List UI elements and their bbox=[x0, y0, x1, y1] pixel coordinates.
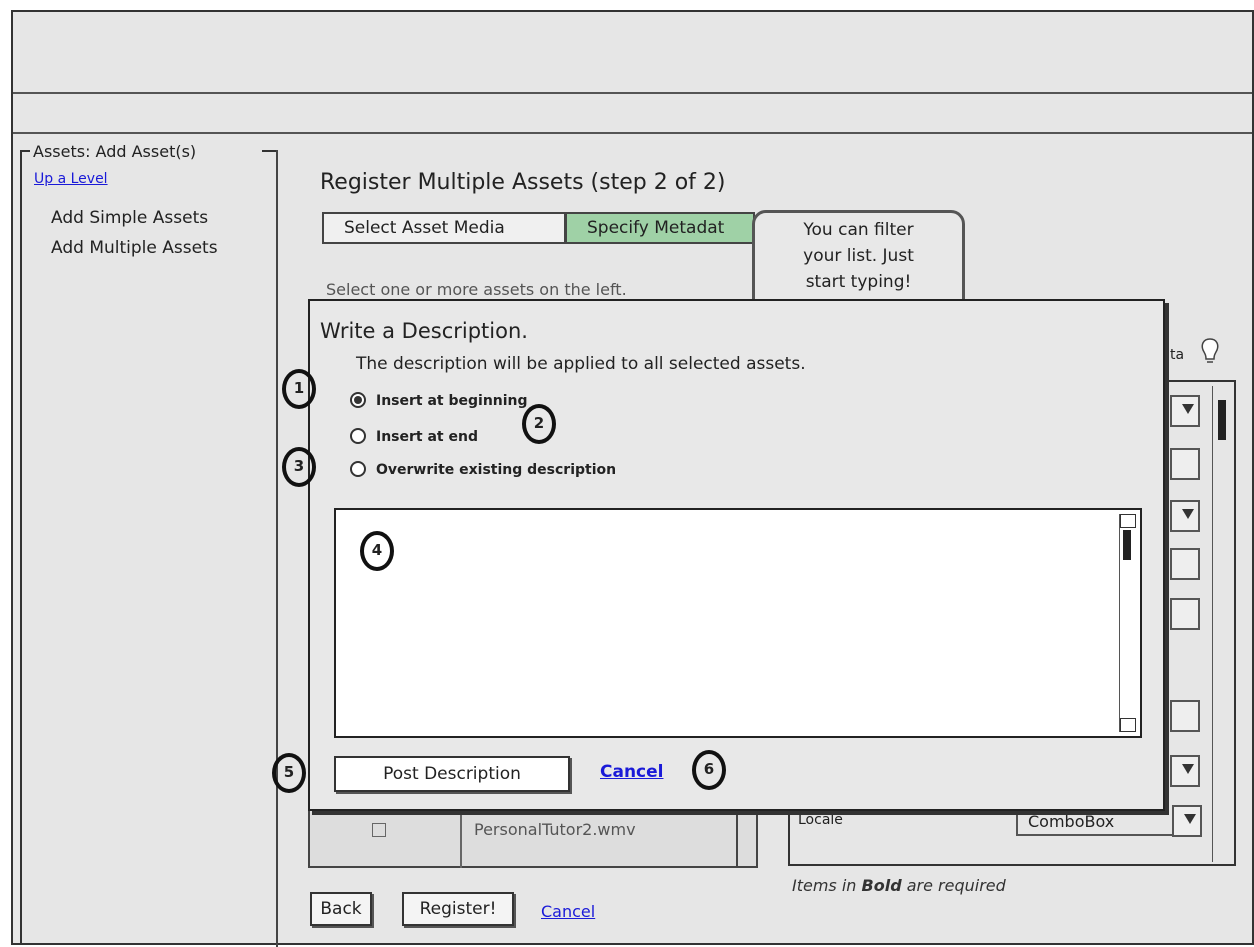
option-insert-beginning[interactable]: Insert at beginning bbox=[350, 392, 528, 409]
dropdown-button-3[interactable] bbox=[1170, 500, 1200, 532]
dialog-subtitle: The description will be applied to all s… bbox=[356, 354, 806, 374]
dialog-title: Write a Description. bbox=[320, 319, 528, 343]
required-note-suffix: are required bbox=[901, 876, 1006, 895]
nav-add-simple-assets[interactable]: Add Simple Assets bbox=[51, 208, 208, 228]
required-note-bold: Bold bbox=[861, 876, 902, 895]
up-a-level-link[interactable]: Up a Level bbox=[34, 171, 108, 187]
required-note-prefix: Items in bbox=[792, 876, 862, 895]
required-note: Items in Bold are required bbox=[792, 876, 1006, 895]
radio-overwrite[interactable] bbox=[350, 461, 366, 477]
callout-marker-2: 2 bbox=[522, 404, 556, 444]
tooltip-line-3: start typing! bbox=[805, 272, 912, 292]
locale-label: Locale bbox=[798, 812, 843, 828]
option-insert-beginning-label: Insert at beginning bbox=[376, 393, 528, 409]
file-column-divider bbox=[460, 806, 462, 868]
scroll-thumb[interactable] bbox=[1123, 530, 1131, 560]
toolbar-divider bbox=[13, 132, 1252, 134]
post-description-button[interactable]: Post Description bbox=[334, 756, 570, 792]
radio-insert-end[interactable] bbox=[350, 428, 366, 444]
sidebar-divider bbox=[276, 150, 278, 947]
metadata-label-fragment: ta bbox=[1170, 347, 1185, 363]
select-hint: Select one or more assets on the left. bbox=[326, 280, 627, 299]
file-checkbox[interactable] bbox=[372, 823, 386, 837]
page-title: Register Multiple Assets (step 2 of 2) bbox=[320, 170, 726, 195]
dropdown-button-7[interactable] bbox=[1170, 755, 1200, 787]
textarea-scrollbar[interactable] bbox=[1119, 514, 1136, 732]
cancel-link[interactable]: Cancel bbox=[541, 902, 595, 921]
file-list-scrollbar[interactable] bbox=[736, 806, 738, 868]
description-textarea[interactable] bbox=[334, 508, 1142, 738]
callout-marker-4: 4 bbox=[360, 531, 394, 571]
field-box-6[interactable] bbox=[1170, 700, 1200, 732]
dropdown-button-1[interactable] bbox=[1170, 395, 1200, 427]
header-divider bbox=[13, 92, 1252, 94]
callout-marker-3: 3 bbox=[282, 447, 316, 487]
callout-marker-5: 5 bbox=[272, 753, 306, 793]
option-insert-end-label: Insert at end bbox=[376, 429, 478, 445]
field-box-2[interactable] bbox=[1170, 448, 1200, 480]
file-name: PersonalTutor2.wmv bbox=[474, 820, 636, 839]
back-button[interactable]: Back bbox=[310, 892, 372, 926]
callout-marker-1: 1 bbox=[282, 369, 316, 409]
locale-combobox[interactable]: ComboBox bbox=[1016, 810, 1174, 836]
description-dialog: Write a Description. The description wil… bbox=[272, 299, 1165, 811]
scroll-up-icon[interactable] bbox=[1120, 514, 1136, 528]
option-overwrite[interactable]: Overwrite existing description bbox=[350, 461, 616, 478]
option-overwrite-label: Overwrite existing description bbox=[376, 462, 617, 478]
tab-specify-metadata[interactable]: Specify Metadat bbox=[565, 212, 755, 244]
radio-insert-beginning[interactable] bbox=[350, 392, 366, 408]
field-box-5[interactable] bbox=[1170, 598, 1200, 630]
register-button[interactable]: Register! bbox=[402, 892, 514, 926]
lightbulb-icon bbox=[1200, 337, 1220, 365]
locale-dropdown-button[interactable] bbox=[1172, 805, 1202, 837]
dialog-cancel-link[interactable]: Cancel bbox=[600, 762, 663, 782]
scroll-down-icon[interactable] bbox=[1120, 718, 1136, 732]
option-insert-end[interactable]: Insert at end bbox=[350, 428, 478, 445]
tooltip-line-1: You can filter bbox=[803, 220, 914, 240]
field-box-4[interactable] bbox=[1170, 548, 1200, 580]
metadata-scroll-thumb[interactable] bbox=[1218, 400, 1226, 440]
nav-add-multiple-assets[interactable]: Add Multiple Assets bbox=[51, 238, 218, 258]
tab-select-asset-media[interactable]: Select Asset Media bbox=[322, 212, 566, 244]
section-title: Assets: Add Asset(s) bbox=[33, 142, 197, 161]
tooltip-line-2: your list. Just bbox=[803, 246, 914, 266]
callout-marker-6: 6 bbox=[692, 750, 726, 790]
metadata-scrollbar[interactable] bbox=[1212, 386, 1233, 862]
section-frame-left bbox=[20, 150, 22, 945]
